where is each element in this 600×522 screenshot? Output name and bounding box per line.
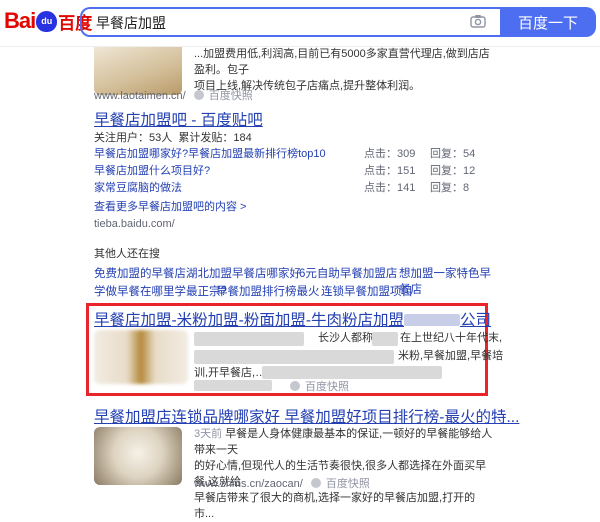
- snapshot-icon: [290, 381, 300, 391]
- result-thumbnail-blurred[interactable]: [94, 330, 188, 384]
- search-input[interactable]: [94, 9, 438, 37]
- result-snippet: 3天前 早餐是人身体健康最基本的保证,一顿好的早餐能够给人带来一天 的好心情,但…: [194, 428, 493, 520]
- result-snippet: 米粉,早餐加盟,早餐培: [398, 350, 504, 362]
- blurred-region: [372, 332, 398, 346]
- tieba-title[interactable]: 早餐店加盟吧 - 百度贴吧: [94, 108, 263, 130]
- result-url[interactable]: www.laotaimen.cn/百度快照: [94, 87, 253, 103]
- related-link[interactable]: 早餐加盟排行榜最火: [216, 283, 320, 299]
- search-button[interactable]: 百度一下: [500, 7, 596, 37]
- blurred-region: [194, 332, 304, 346]
- result-snippet: 训,开早餐店,…: [194, 367, 267, 379]
- blurred-region: [194, 380, 272, 391]
- search-box: [80, 7, 500, 37]
- result-title[interactable]: 早餐加盟店连锁品牌哪家好 早餐加盟好项目排行榜-最火的特...: [94, 405, 519, 427]
- result-snippet: 在上世纪八十年代末,: [400, 332, 503, 344]
- baidu-logo[interactable]: Bai du 百度: [4, 8, 92, 34]
- related-link[interactable]: 6元自助早餐加盟店: [299, 265, 397, 281]
- blurred-region: [262, 366, 442, 379]
- tieba-row[interactable]: 家常豆腐脑的做法 点击：141 回复：8: [94, 180, 494, 196]
- tieba-row[interactable]: 早餐店加盟哪家好?早餐店加盟最新排行榜top10 点击：309 回复：54: [94, 146, 494, 162]
- blurred-region: [194, 350, 394, 364]
- related-link[interactable]: 学做早餐在哪里学最正宗?: [94, 283, 227, 299]
- snapshot-link[interactable]: 百度快照: [209, 90, 253, 102]
- tieba-more-link[interactable]: 查看更多早餐店加盟吧的内容 >: [94, 198, 246, 214]
- result-thumbnail[interactable]: [94, 427, 182, 485]
- related-link[interactable]: 湖北加盟早餐店哪家好: [186, 265, 301, 281]
- paw-icon: du: [36, 10, 58, 32]
- related-row: 免费加盟的早餐店 湖北加盟早餐店哪家好 6元自助早餐加盟店 想加盟一家特色早餐店: [94, 265, 494, 296]
- snapshot-link[interactable]: 百度快照: [326, 478, 370, 490]
- snapshot-icon: [193, 90, 204, 100]
- related-heading: 其他人还在搜: [94, 248, 160, 260]
- blurred-region: [404, 314, 460, 326]
- result-url[interactable]: www.zhms.cn/zaocan/百度快照: [194, 475, 370, 491]
- tieba-url[interactable]: tieba.baidu.com/: [94, 218, 175, 230]
- camera-icon[interactable]: [470, 14, 486, 28]
- related-link[interactable]: 免费加盟的早餐店: [94, 265, 186, 281]
- tieba-followers: 关注用户：53人 累计发贴：184: [94, 132, 252, 144]
- snapshot-link[interactable]: 百度快照: [290, 378, 349, 394]
- related-link[interactable]: 连锁早餐加盟项目: [321, 283, 413, 299]
- related-row: 学做早餐在哪里学最正宗? 早餐加盟排行榜最火 连锁早餐加盟项目: [94, 283, 494, 299]
- result-snippet: 长沙人都称: [318, 332, 373, 344]
- tieba-row[interactable]: 早餐店加盟什么项目好? 点击：151 回复：12: [94, 163, 494, 179]
- snapshot-icon: [310, 478, 321, 488]
- result-title[interactable]: 早餐店加盟-米粉加盟-粉面加盟-牛肉粉店加盟 公司: [94, 308, 491, 330]
